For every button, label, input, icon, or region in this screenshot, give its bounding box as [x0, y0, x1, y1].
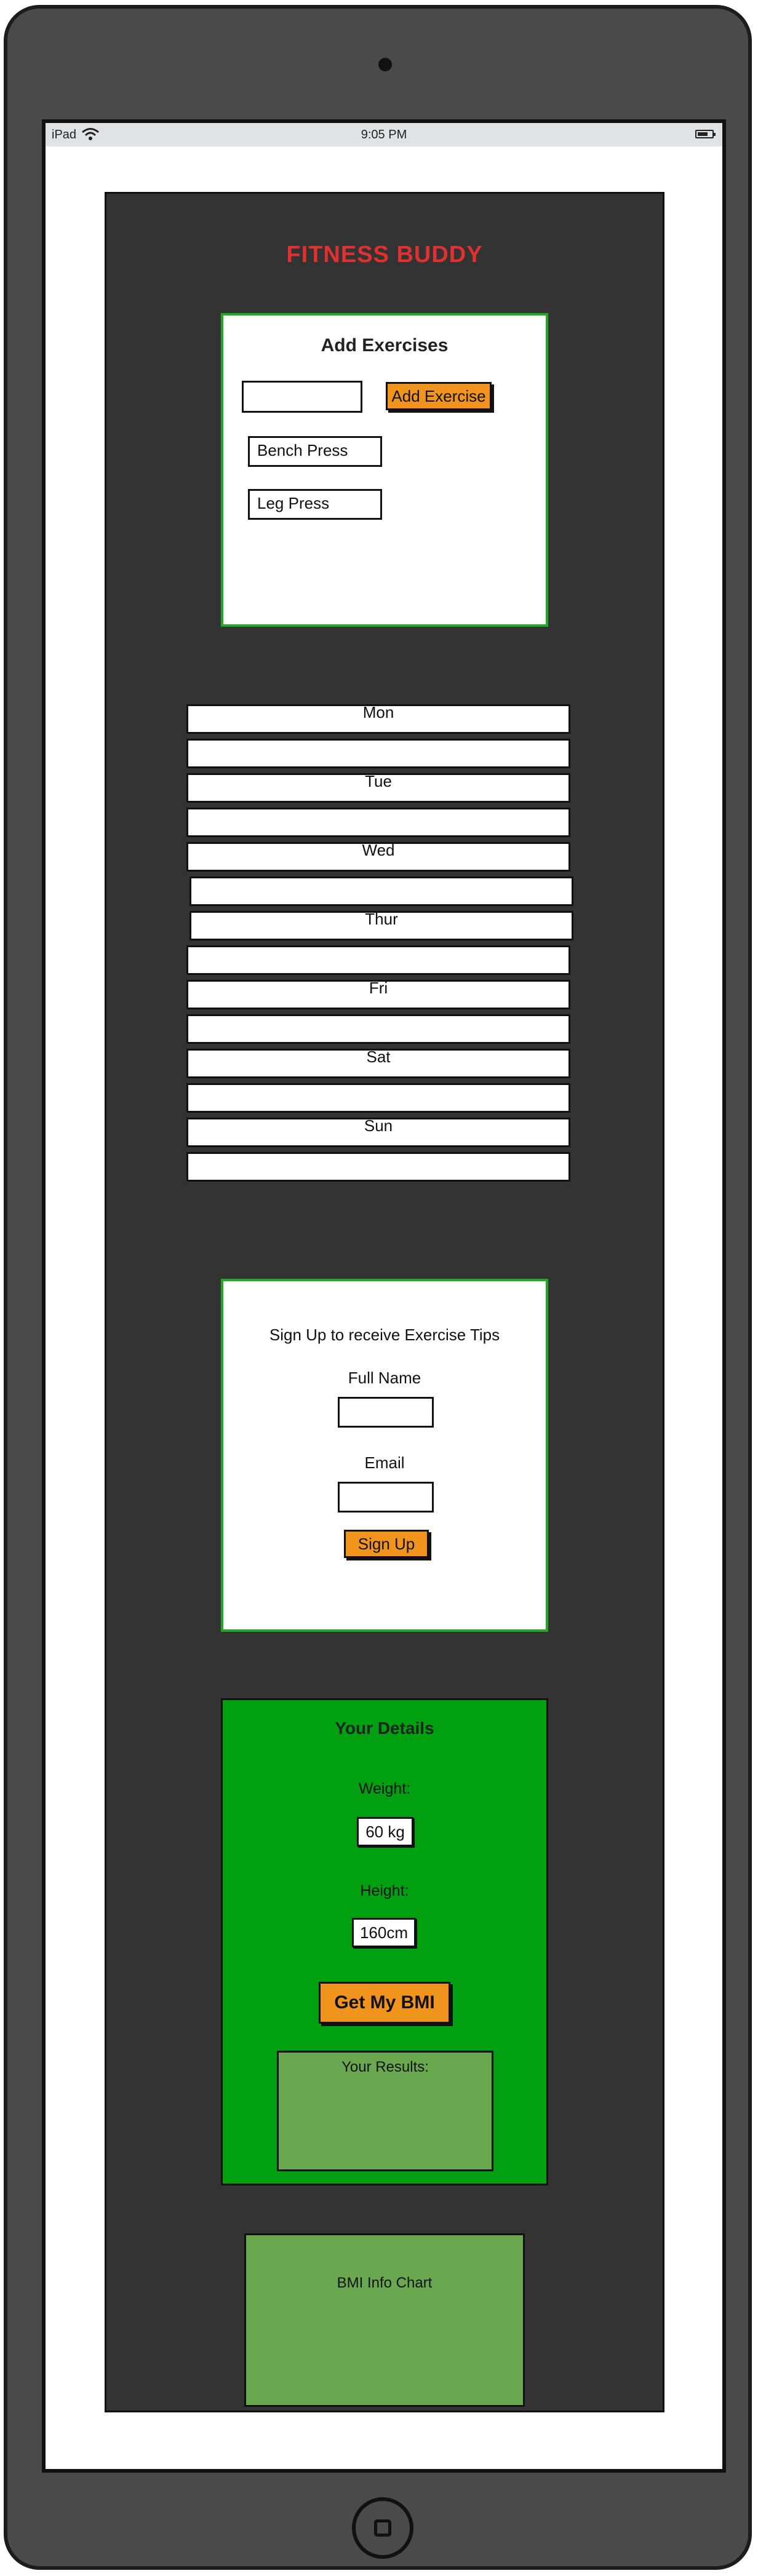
app-title: FITNESS BUDDY: [286, 242, 483, 268]
home-button[interactable]: [352, 2497, 413, 2559]
add-exercise-button[interactable]: Add Exercise: [386, 382, 492, 410]
status-time: 9:05 PM: [361, 128, 407, 141]
add-exercises-card: Add Exercises Add Exercise Bench Press L…: [221, 313, 548, 627]
get-bmi-button[interactable]: Get My BMI: [319, 1982, 450, 2024]
signup-title: Sign Up to receive Exercise Tips: [269, 1326, 500, 1344]
day-row-sat[interactable]: Sat: [186, 1049, 570, 1078]
day-row-sun[interactable]: Sun: [186, 1118, 570, 1147]
email-input[interactable]: [338, 1482, 434, 1513]
weight-value[interactable]: 60 kg: [357, 1817, 413, 1847]
your-details-card: Your Details Weight: 60 kg Height: 160cm…: [221, 1698, 548, 2185]
exercise-input[interactable]: [242, 381, 362, 413]
height-value[interactable]: 160cm: [352, 1918, 416, 1947]
exercise-item[interactable]: Bench Press: [248, 436, 382, 467]
your-details-title: Your Details: [335, 1719, 434, 1738]
results-box: Your Results:: [277, 2051, 493, 2171]
day-row-wed[interactable]: Wed: [186, 842, 570, 872]
full-name-label: Full Name: [348, 1369, 421, 1387]
battery-icon: [695, 130, 716, 138]
device-screen: iPad 9:05 PM FITNESS BUDDY Add Exercises…: [42, 119, 726, 2473]
ipad-frame: iPad 9:05 PM FITNESS BUDDY Add Exercises…: [4, 5, 752, 2570]
day-slot[interactable]: [186, 1083, 570, 1113]
day-row-mon[interactable]: Mon: [186, 704, 570, 734]
day-slot[interactable]: [186, 739, 570, 768]
app-panel: FITNESS BUDDY Add Exercises Add Exercise…: [105, 192, 664, 2412]
full-name-input[interactable]: [338, 1397, 434, 1428]
home-icon: [374, 2519, 391, 2537]
day-row-thur[interactable]: Thur: [190, 911, 573, 940]
weight-label: Weight:: [358, 1780, 411, 1797]
day-slot[interactable]: [186, 808, 570, 837]
day-row-tue[interactable]: Tue: [186, 773, 570, 803]
day-slot[interactable]: [186, 1014, 570, 1044]
signup-button[interactable]: Sign Up: [344, 1530, 429, 1558]
camera-icon: [378, 58, 392, 71]
exercise-item[interactable]: Leg Press: [248, 489, 382, 520]
day-slot[interactable]: [190, 877, 573, 906]
email-label: Email: [364, 1453, 405, 1472]
day-slot[interactable]: [186, 1152, 570, 1182]
height-label: Height:: [360, 1882, 409, 1899]
bmi-info-chart: BMI Info Chart: [244, 2233, 525, 2407]
signup-card: Sign Up to receive Exercise Tips Full Na…: [221, 1279, 548, 1632]
add-exercises-title: Add Exercises: [321, 335, 449, 356]
results-label: Your Results:: [341, 2059, 429, 2075]
status-bar: iPad 9:05 PM: [46, 123, 722, 146]
bmi-chart-label: BMI Info Chart: [337, 2275, 433, 2291]
day-row-fri[interactable]: Fri: [186, 980, 570, 1009]
day-slot[interactable]: [186, 945, 570, 975]
